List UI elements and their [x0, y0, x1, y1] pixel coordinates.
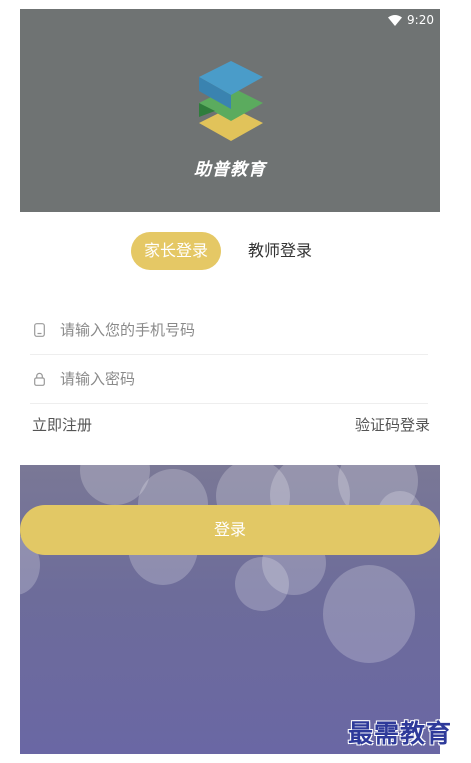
register-link[interactable]: 立即注册: [32, 414, 92, 435]
wifi-icon: [388, 14, 403, 26]
lock-icon: [32, 371, 46, 387]
password-input[interactable]: [60, 370, 428, 388]
app-header: 9:20 助普教育: [20, 9, 440, 212]
tab-parent-login[interactable]: 家长登录: [131, 232, 221, 270]
auth-links: 立即注册 验证码登录: [30, 414, 430, 438]
bokeh-circle: [323, 565, 415, 663]
login-type-tabs: 家长登录 教师登录: [20, 232, 440, 272]
brand-name: 助普教育: [194, 160, 266, 180]
status-time: 9:20: [407, 13, 434, 27]
phone-screen: 9:20 助普教育 家长登录 教师登录 请输入您的手机号码 立即注册 验证码登录…: [20, 9, 440, 754]
watermark-text: 最需教育: [348, 719, 453, 748]
tab-teacher-login[interactable]: 教师登录: [235, 232, 325, 270]
code-login-link[interactable]: 验证码登录: [355, 414, 430, 435]
app-logo: [197, 59, 265, 145]
phone-icon: [32, 322, 46, 338]
password-field: [30, 355, 428, 404]
phone-field: [30, 306, 428, 355]
status-bar: 9:20: [388, 11, 434, 29]
phone-input[interactable]: [60, 321, 428, 339]
login-button[interactable]: 登录: [20, 505, 440, 555]
